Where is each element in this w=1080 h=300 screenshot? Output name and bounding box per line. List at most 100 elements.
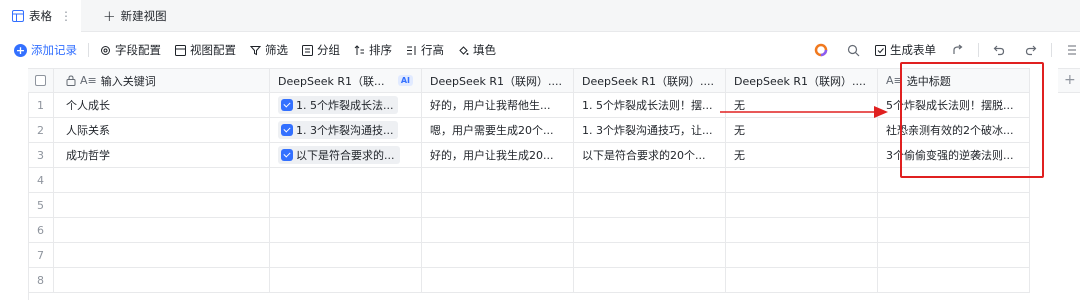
ds4-cell[interactable] [726, 243, 878, 268]
add-column-button[interactable]: + [1058, 68, 1080, 93]
ds3-cell[interactable] [574, 193, 726, 218]
generate-form-button[interactable]: 生成表单 [875, 42, 936, 58]
ds2-cell[interactable]: 好的，用户让我生成20... [422, 143, 574, 168]
ds2-cell[interactable]: 好的，用户让我帮他生... [422, 93, 574, 118]
column-header-title[interactable]: A≡ 选中标题 [878, 68, 1030, 93]
ds2-cell[interactable] [422, 193, 574, 218]
title-cell[interactable]: 3个偷偷变强的逆袭法则... [878, 143, 1030, 168]
ds2-cell[interactable] [422, 268, 574, 293]
ds4-cell[interactable]: 无 [726, 93, 878, 118]
table-row[interactable]: 2 人际关系 1. 3个炸裂沟通技... 嗯，用户需要生成20个... 1. 3… [28, 118, 1030, 143]
ds3-text: 1. 5个炸裂成长法则！摆... [582, 99, 713, 112]
title-cell[interactable]: 5个炸裂成长法则！摆脱... [878, 93, 1030, 118]
table-row[interactable]: 6 [28, 218, 1030, 243]
keyword-cell[interactable] [54, 268, 270, 293]
table-row[interactable]: 1 个人成长 1. 5个炸裂成长法... 好的，用户让我帮他生... 1. 5个… [28, 93, 1030, 118]
ds2-cell[interactable] [422, 218, 574, 243]
keyword-cell[interactable] [54, 168, 270, 193]
sort-label: 排序 [369, 43, 392, 57]
ds2-cell[interactable] [422, 168, 574, 193]
tab-more-icon[interactable]: ⋮ [60, 9, 72, 23]
title-cell[interactable] [878, 168, 1030, 193]
doc-link-pill[interactable]: 以下是符合要求的... [278, 146, 400, 164]
plus-icon: + [103, 6, 116, 25]
ds4-cell[interactable] [726, 268, 878, 293]
keyword-cell[interactable] [54, 218, 270, 243]
ds1-cell[interactable]: 1. 5个炸裂成长法... [270, 93, 422, 118]
table-row[interactable]: 3 成功哲学 以下是符合要求的... 好的，用户让我生成20... 以下是符合要… [28, 143, 1030, 168]
ds1-text: 以下是符合要求的... [296, 149, 395, 162]
generate-form-label: 生成表单 [890, 43, 936, 57]
table-row[interactable]: 4 [28, 168, 1030, 193]
title-text: 社恐亲测有效的2个破冰... [886, 124, 1014, 137]
table-row[interactable]: 8 [28, 268, 1030, 293]
group-button[interactable]: 分组 [302, 42, 340, 58]
ai-assistant-icon[interactable] [813, 42, 829, 58]
doc-link-pill[interactable]: 1. 3个炸裂沟通技... [278, 121, 399, 139]
fill-color-button[interactable]: 填色 [458, 42, 496, 58]
ds1-cell[interactable] [270, 218, 422, 243]
view-config-button[interactable]: 视图配置 [175, 42, 236, 58]
field-config-button[interactable]: 字段配置 [100, 42, 161, 58]
sort-button[interactable]: 排序 [354, 42, 392, 58]
ds1-cell[interactable]: 1. 3个炸裂沟通技... [270, 118, 422, 143]
ds3-cell[interactable]: 1. 3个炸裂沟通技巧，让... [574, 118, 726, 143]
keyword-cell[interactable]: 个人成长 [54, 93, 270, 118]
ds4-cell[interactable]: 无 [726, 118, 878, 143]
ds3-text: 以下是符合要求的20个... [582, 149, 706, 162]
title-cell[interactable] [878, 243, 1030, 268]
column-header-ds4[interactable]: DeepSeek R1（联网）.... [726, 68, 878, 93]
ds2-cell[interactable] [422, 243, 574, 268]
keyword-cell[interactable] [54, 193, 270, 218]
select-all-checkbox[interactable] [35, 75, 46, 86]
column-header-title-label: 选中标题 [906, 74, 951, 88]
title-cell[interactable] [878, 193, 1030, 218]
ds3-cell[interactable] [574, 243, 726, 268]
keyword-cell[interactable] [54, 243, 270, 268]
ds4-cell[interactable]: 无 [726, 143, 878, 168]
doc-link-pill[interactable]: 1. 5个炸裂成长法... [278, 96, 399, 114]
new-view-button[interactable]: + 新建视图 [103, 7, 167, 25]
ds1-cell[interactable] [270, 268, 422, 293]
table-row[interactable]: 7 [28, 243, 1030, 268]
doc-check-icon [281, 124, 293, 136]
ds3-cell[interactable]: 以下是符合要求的20个... [574, 143, 726, 168]
ds3-cell[interactable] [574, 168, 726, 193]
row-index: 7 [28, 243, 54, 268]
ds1-cell[interactable] [270, 193, 422, 218]
undo-icon[interactable] [991, 42, 1007, 58]
text-field-icon: A≡ [886, 74, 903, 87]
select-all-cell[interactable] [28, 68, 54, 93]
group-icon [302, 44, 313, 56]
share-icon[interactable] [950, 42, 966, 58]
column-header-keyword[interactable]: A≡ 输入关键词 [54, 68, 270, 93]
add-record-button[interactable]: + 添加记录 [14, 42, 77, 58]
ds1-cell[interactable] [270, 243, 422, 268]
ds4-cell[interactable] [726, 168, 878, 193]
ds4-cell[interactable] [726, 218, 878, 243]
title-cell[interactable] [878, 218, 1030, 243]
ds1-cell[interactable] [270, 168, 422, 193]
ds3-cell[interactable] [574, 218, 726, 243]
filter-button[interactable]: 筛选 [250, 42, 288, 58]
tab-table-view[interactable]: 表格 ⋮ [0, 0, 81, 32]
column-header-ds2[interactable]: DeepSeek R1（联网）.... [422, 68, 574, 93]
keyword-cell[interactable]: 成功哲学 [54, 143, 270, 168]
ds3-cell[interactable] [574, 268, 726, 293]
title-cell[interactable] [878, 268, 1030, 293]
column-header-ds3[interactable]: DeepSeek R1（联网）.... [574, 68, 726, 93]
table-row[interactable]: 5 [28, 193, 1030, 218]
ds4-cell[interactable] [726, 193, 878, 218]
redo-icon[interactable] [1023, 42, 1039, 58]
row-height-button[interactable]: 行高 [406, 42, 444, 58]
column-header-ds1[interactable]: DeepSeek R1（联... AI [270, 68, 422, 93]
more-menu-icon[interactable] [1064, 42, 1080, 58]
ds3-cell[interactable]: 1. 5个炸裂成长法则！摆... [574, 93, 726, 118]
keyword-text: 个人成长 [66, 99, 110, 112]
ds2-cell[interactable]: 嗯，用户需要生成20个... [422, 118, 574, 143]
search-icon[interactable] [845, 42, 861, 58]
column-header-ds1-label: DeepSeek R1（联... [278, 74, 385, 88]
keyword-cell[interactable]: 人际关系 [54, 118, 270, 143]
title-cell[interactable]: 社恐亲测有效的2个破冰... [878, 118, 1030, 143]
ds1-cell[interactable]: 以下是符合要求的... [270, 143, 422, 168]
